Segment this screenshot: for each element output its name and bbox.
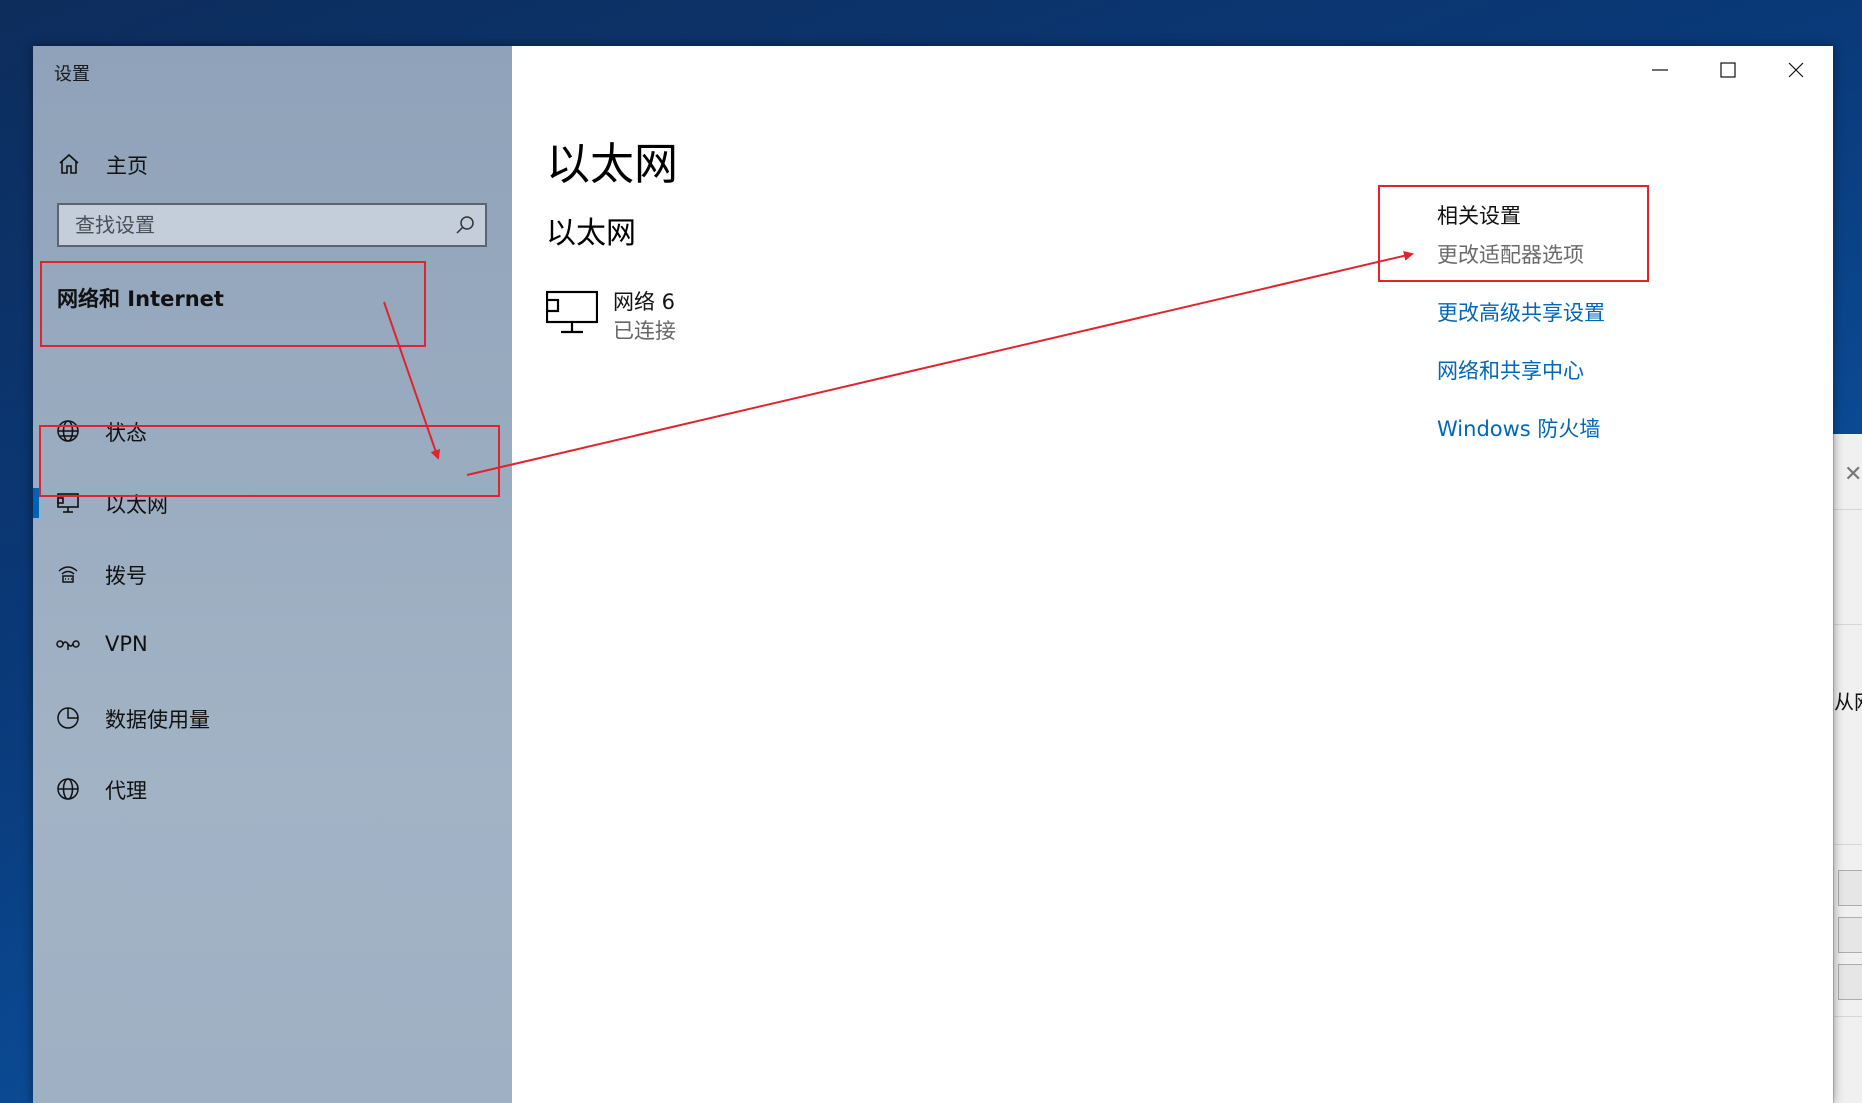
divider [1834, 509, 1862, 510]
vpn-icon [56, 640, 80, 650]
close-button[interactable] [1762, 46, 1830, 92]
data-usage-icon [57, 707, 79, 729]
sidebar-item-vpn[interactable]: VPN [33, 615, 512, 677]
sidebar-item-dialup[interactable]: 拨号 [33, 543, 512, 605]
annotation-box-ethernet [39, 425, 500, 497]
page-title: 以太网 [546, 139, 678, 190]
search-input[interactable] [59, 205, 455, 245]
close-icon [1788, 62, 1804, 78]
nav-home[interactable]: 主页 [33, 136, 512, 192]
network-status: 已连接 [613, 319, 676, 343]
sidebar-item-data-usage[interactable]: 数据使用量 [33, 687, 512, 749]
windows-firewall-link[interactable]: Windows 防火墙 [1437, 413, 1600, 443]
minimize-button[interactable] [1626, 46, 1694, 92]
sidebar-item-label: 数据使用量 [105, 708, 210, 732]
globe-proxy-icon [57, 778, 79, 800]
maximize-icon [1720, 62, 1736, 78]
app-title: 设置 [54, 64, 90, 85]
network-entry[interactable]: 网络 6 已连接 [546, 286, 746, 346]
section-heading: 以太网 [546, 216, 636, 251]
background-dialog-button[interactable] [1838, 917, 1862, 953]
annotation-box-network-internet [40, 261, 426, 347]
background-dialog-button[interactable] [1838, 964, 1862, 1000]
sidebar-item-label: VPN [105, 632, 148, 656]
advanced-sharing-link[interactable]: 更改高级共享设置 [1437, 297, 1605, 327]
ethernet-network-icon [546, 290, 598, 334]
sidebar-item-label: 拨号 [105, 564, 147, 588]
divider [1834, 624, 1862, 625]
background-dialog-close-icon[interactable]: ✕ [1844, 462, 1862, 487]
sidebar-item-label: 代理 [105, 779, 147, 803]
minimize-icon [1652, 69, 1668, 71]
network-sharing-center-link[interactable]: 网络和共享中心 [1437, 355, 1584, 385]
nav-home-label: 主页 [106, 154, 148, 178]
background-dialog-button[interactable] [1838, 870, 1862, 906]
sidebar-item-proxy[interactable]: 代理 [33, 758, 512, 820]
background-dialog: ✕ 从网 [1833, 434, 1862, 1103]
dialup-icon [58, 566, 78, 583]
home-icon [59, 153, 79, 174]
divider [1834, 1016, 1862, 1017]
background-dialog-text: 从网 [1834, 690, 1862, 714]
sidebar: 设置 主页 网络和 Internet 状 [33, 46, 512, 1103]
network-name: 网络 6 [613, 290, 676, 314]
divider [1834, 844, 1862, 845]
maximize-button[interactable] [1694, 46, 1762, 92]
search-box[interactable] [57, 203, 487, 247]
annotation-box-related-settings [1378, 185, 1649, 282]
search-icon[interactable] [455, 215, 475, 235]
